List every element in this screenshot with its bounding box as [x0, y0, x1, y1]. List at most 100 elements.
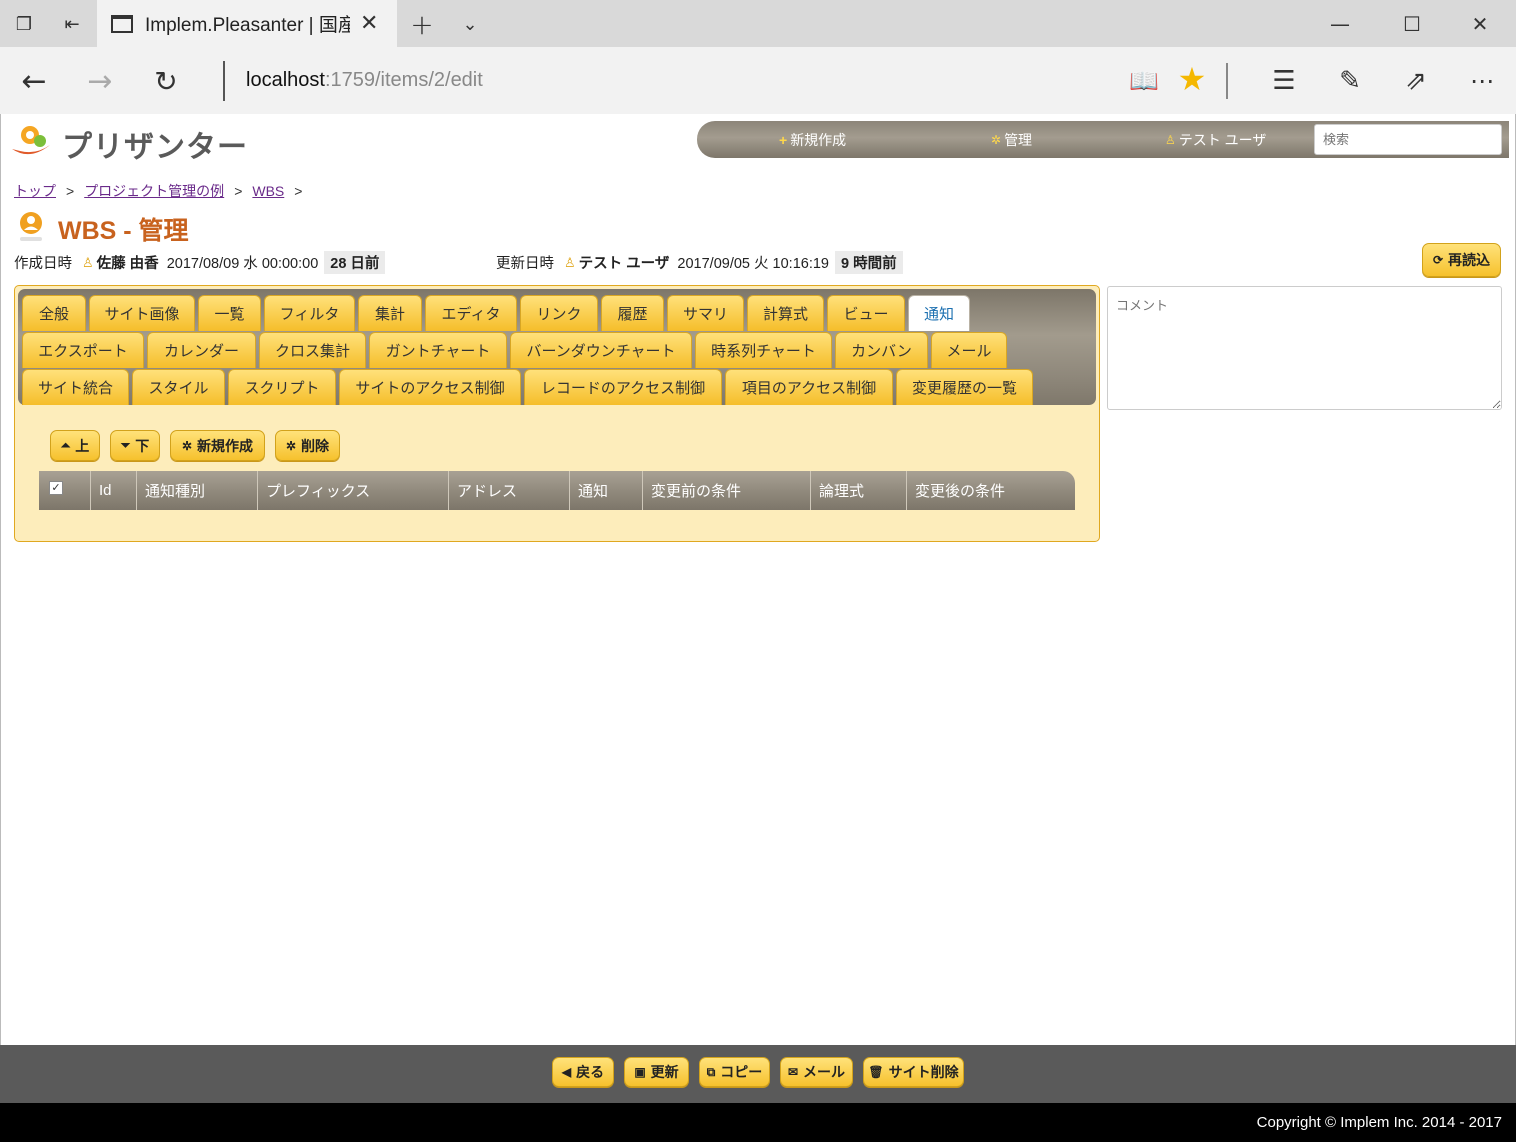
tab-editor[interactable]: エディタ	[425, 295, 517, 331]
refresh-icon[interactable]: ↻	[146, 63, 186, 99]
updated-ago-badge: 9 時間前	[834, 251, 903, 274]
comment-input[interactable]	[1107, 286, 1502, 410]
more-icon[interactable]: ⋯	[1462, 63, 1502, 99]
nav-user-button[interactable]: ♙ テスト ユーザ	[1165, 130, 1266, 150]
breadcrumb-separator: >	[66, 183, 75, 199]
chevron-down-icon[interactable]: ⌄	[456, 8, 484, 40]
tab-column-access[interactable]: 項目のアクセス制御	[725, 369, 893, 405]
maximize-icon[interactable]: ☐	[1392, 8, 1432, 40]
column-header-after-condition[interactable]: 変更後の条件	[907, 471, 1075, 510]
tab-site-image[interactable]: サイト画像	[89, 295, 195, 331]
url-field[interactable]: localhost:1759/items/2/edit	[246, 69, 483, 92]
user-icon: ♙	[564, 254, 576, 270]
tab-formula[interactable]: 計算式	[747, 295, 824, 331]
tab-calendar[interactable]: カレンダー	[147, 332, 256, 368]
column-header-prefix[interactable]: プレフィックス	[258, 471, 449, 510]
tab-link[interactable]: リンク	[520, 295, 598, 331]
breadcrumb-project[interactable]: プロジェクト管理の例	[84, 183, 224, 199]
breadcrumb-wbs[interactable]: WBS	[252, 183, 284, 199]
logo-text: プリザンター	[62, 131, 248, 164]
close-tab-icon[interactable]: ✕	[360, 11, 378, 36]
breadcrumb: トップ > プロジェクト管理の例 > WBS >	[14, 181, 312, 201]
tab-script[interactable]: スクリプト	[228, 369, 336, 405]
tab-site-integration[interactable]: サイト統合	[22, 369, 129, 405]
breadcrumb-separator: >	[294, 183, 303, 199]
site-icon	[16, 211, 46, 243]
tab-record-access[interactable]: レコードのアクセス制御	[524, 369, 722, 405]
tab-change-history[interactable]: 変更履歴の一覧	[896, 369, 1033, 405]
reload-button[interactable]: ⟳ 再読込	[1422, 243, 1501, 277]
set-aside-tabs-icon[interactable]: ⇤	[56, 10, 88, 38]
tab-mail[interactable]: メール	[931, 332, 1007, 368]
delete-notification-button[interactable]: ✲ 削除	[275, 430, 340, 461]
tab-list-icon[interactable]: ❐	[8, 10, 40, 38]
tab-gantt[interactable]: ガントチャート	[369, 332, 507, 368]
nav-new-button[interactable]: + 新規作成	[779, 130, 846, 150]
tab-filter[interactable]: フィルタ	[264, 295, 355, 331]
column-header-before-condition[interactable]: 変更前の条件	[643, 471, 811, 510]
column-header-notify[interactable]: 通知	[570, 471, 643, 510]
gear-icon: ✲	[181, 438, 193, 453]
plus-icon: +	[779, 132, 788, 148]
tab-style[interactable]: スタイル	[132, 369, 225, 405]
user-icon: ♙	[82, 254, 94, 270]
checkbox-icon[interactable]: ✓	[49, 480, 63, 495]
column-header-id[interactable]: Id	[91, 471, 137, 510]
tab-notification[interactable]: 通知	[908, 295, 970, 331]
tab-history[interactable]: 履歴	[601, 295, 664, 331]
move-down-button[interactable]: ⏷ 下	[110, 430, 160, 461]
reading-view-icon[interactable]: 📖	[1124, 63, 1164, 99]
browser-titlebar: ❐ ⇤ Implem.Pleasanter | 国産 ✕ + ⌄ — ☐ ✕	[0, 0, 1516, 47]
tab-aggregate[interactable]: 集計	[358, 295, 422, 331]
breadcrumb-separator: >	[234, 183, 243, 199]
page-icon	[111, 14, 133, 33]
breadcrumb-top[interactable]: トップ	[14, 183, 56, 199]
share-icon[interactable]: ⇗	[1396, 63, 1436, 99]
search-input[interactable]	[1314, 124, 1502, 155]
new-notification-button[interactable]: ✲ 新規作成	[170, 430, 265, 461]
new-tab-icon[interactable]: +	[406, 8, 438, 41]
save-icon: ▣	[634, 1065, 646, 1079]
select-all-checkbox-cell[interactable]: ✓	[39, 471, 91, 510]
back-button[interactable]: ◀ 戻る	[552, 1057, 614, 1087]
copyright: Copyright © Implem Inc. 2014 - 2017	[0, 1103, 1516, 1142]
created-info: 作成日時 ♙ 佐藤 由香 2017/08/09 水 00:00:00 28 日前	[14, 251, 386, 274]
update-button[interactable]: ▣ 更新	[624, 1057, 689, 1087]
toolbar-divider	[1226, 63, 1228, 99]
tab-list[interactable]: 一覧	[198, 295, 261, 331]
tab-summary[interactable]: サマリ	[667, 295, 744, 331]
user-icon: ♙	[1165, 133, 1176, 147]
nav-admin-button[interactable]: ✲ 管理	[991, 130, 1032, 150]
minimize-icon[interactable]: —	[1320, 8, 1360, 40]
back-icon[interactable]: ←	[14, 63, 54, 99]
browser-tab[interactable]: Implem.Pleasanter | 国産 ✕	[97, 0, 397, 47]
delete-site-button[interactable]: 🗑 サイト削除	[863, 1057, 964, 1087]
page-title: WBS - 管理	[58, 217, 189, 245]
web-note-icon[interactable]: ✎	[1330, 63, 1370, 99]
arrow-down-icon: ⏷	[120, 438, 131, 452]
tab-view[interactable]: ビュー	[827, 295, 905, 331]
tab-kanban[interactable]: カンバン	[835, 332, 928, 368]
tab-timeseries[interactable]: 時系列チャート	[695, 332, 832, 368]
created-date: 2017/08/09 水 00:00:00	[166, 256, 319, 272]
column-header-type[interactable]: 通知種別	[137, 471, 258, 510]
tab-burndown[interactable]: バーンダウンチャート	[510, 332, 692, 368]
mail-button[interactable]: ✉ メール	[780, 1057, 853, 1087]
move-up-button[interactable]: ⏶ 上	[50, 430, 100, 461]
column-header-address[interactable]: アドレス	[449, 471, 570, 510]
favorite-star-icon[interactable]: ★	[1172, 60, 1212, 98]
tab-crosstab[interactable]: クロス集計	[259, 332, 366, 368]
forward-icon[interactable]: →	[80, 63, 120, 99]
tab-export[interactable]: エクスポート	[22, 332, 144, 368]
column-header-expression[interactable]: 論理式	[811, 471, 907, 510]
tab-site-access[interactable]: サイトのアクセス制御	[339, 369, 521, 405]
updated-user[interactable]: テスト ユーザ	[579, 252, 670, 273]
created-user[interactable]: 佐藤 由香	[97, 252, 159, 273]
mail-icon: ✉	[787, 1065, 799, 1079]
close-window-icon[interactable]: ✕	[1460, 8, 1500, 40]
arrow-left-icon: ◀	[561, 1065, 572, 1079]
hub-icon[interactable]: ☰	[1264, 63, 1304, 99]
copy-button[interactable]: ⧉ コピー	[699, 1057, 770, 1087]
tab-general[interactable]: 全般	[22, 295, 86, 331]
updated-date: 2017/09/05 火 10:16:19	[677, 256, 829, 272]
